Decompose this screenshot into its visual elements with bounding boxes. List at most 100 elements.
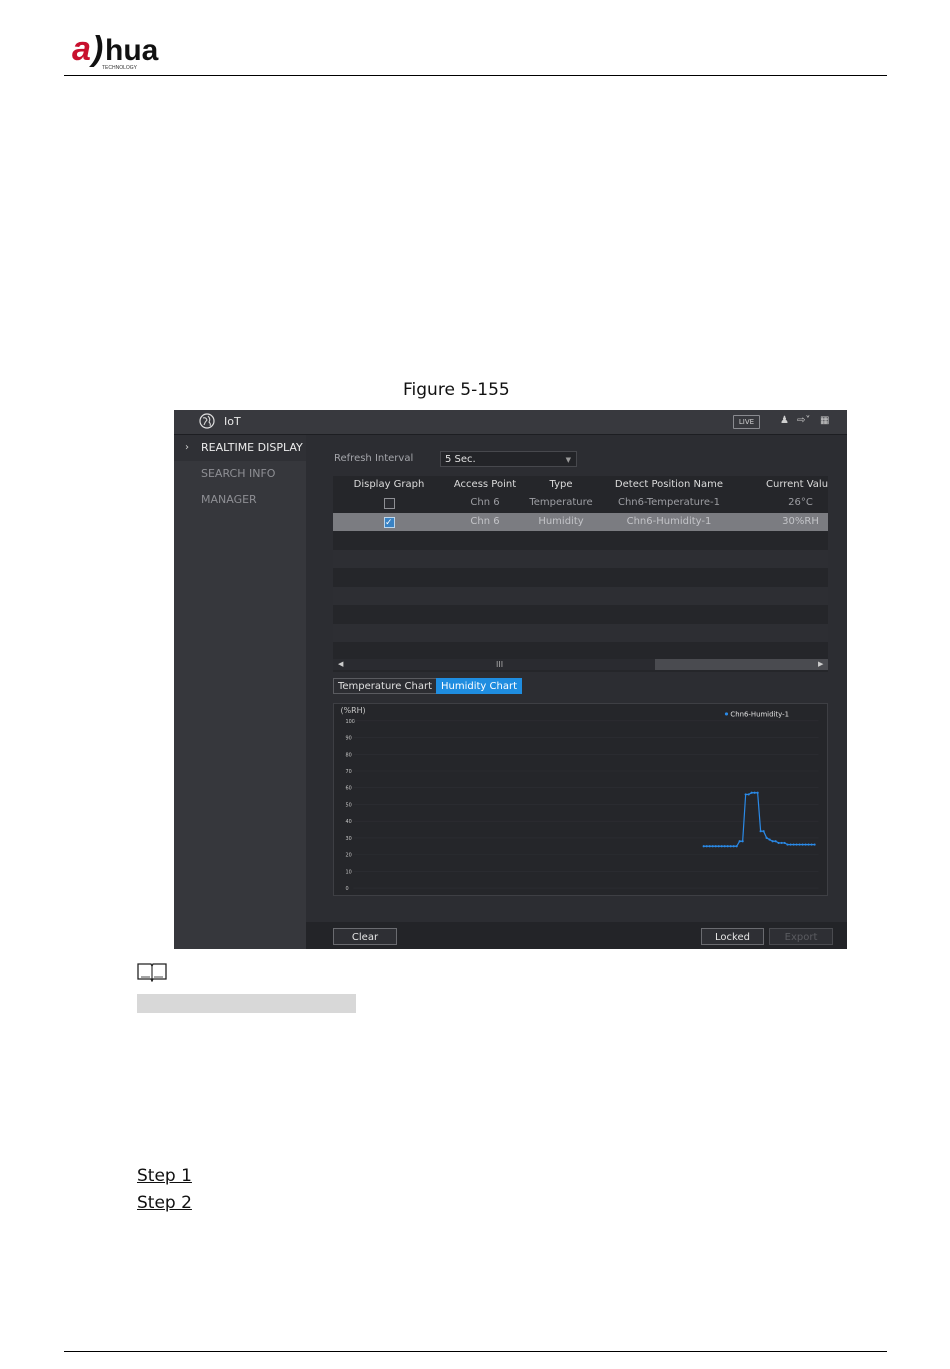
data-point <box>813 843 816 846</box>
table-row[interactable]: Chn 6 Temperature Chn6-Temperature-1 26°… <box>333 494 828 512</box>
tab-humidity-chart[interactable]: Humidity Chart <box>436 678 523 694</box>
data-point <box>762 830 765 833</box>
locked-button[interactable]: Locked <box>701 928 764 945</box>
data-point <box>720 845 723 848</box>
svg-text:TECHNOLOGY: TECHNOLOGY <box>102 65 138 71</box>
clear-button[interactable]: Clear <box>333 928 397 945</box>
data-point <box>804 843 807 846</box>
data-point <box>777 841 780 845</box>
display-graph-checkbox[interactable] <box>384 498 395 509</box>
sidebar-item-label: SEARCH INFO <box>201 467 276 480</box>
refresh-interval-label: Refresh Interval <box>334 453 414 464</box>
y-tick-label: 20 <box>345 853 351 859</box>
empty-row <box>333 624 828 642</box>
y-tick-label: 40 <box>345 819 351 825</box>
scroll-right-icon[interactable]: ▶ <box>818 659 823 670</box>
y-tick-label: 30 <box>345 836 351 842</box>
table-row[interactable]: Chn 6 Humidity Chn6-Humidity-1 30%RH <box>333 513 828 532</box>
svg-text:): ) <box>89 30 103 68</box>
y-tick-label: 70 <box>345 769 351 775</box>
y-tick-label: 10 <box>345 869 351 875</box>
data-point <box>768 838 771 841</box>
data-point <box>771 840 774 843</box>
user-icon[interactable]: ♟ <box>780 415 789 429</box>
series-line <box>703 792 815 847</box>
cell-access-point: Chn 6 <box>470 497 500 508</box>
data-point <box>750 791 753 794</box>
cell-access-point: Chn 6 <box>470 516 500 527</box>
data-point <box>789 843 792 846</box>
sidebar-item-label: MANAGER <box>201 493 257 506</box>
data-point <box>741 840 744 843</box>
export-button[interactable]: Export <box>769 928 833 945</box>
book-icon <box>137 963 167 982</box>
chevron-right-icon: › <box>185 442 189 453</box>
col-detect-position-name: Detect Position Name <box>614 479 724 490</box>
data-point <box>708 845 711 848</box>
scroll-left-icon[interactable]: ◀ <box>338 659 343 670</box>
data-point <box>735 845 738 848</box>
grid-icon[interactable]: ▦ <box>820 415 829 429</box>
live-button[interactable]: LIVE <box>733 415 760 429</box>
figure-caption: Figure 5-155 <box>403 380 510 400</box>
note-highlight <box>137 994 356 1013</box>
data-point <box>774 840 777 843</box>
tab-temperature-chart[interactable]: Temperature Chart <box>333 678 438 694</box>
y-tick-label: 80 <box>345 752 351 758</box>
svg-text:a: a <box>72 30 91 68</box>
data-point <box>714 845 717 848</box>
data-point <box>723 845 726 848</box>
legend-marker <box>724 712 729 716</box>
col-type: Type <box>549 479 573 490</box>
data-point <box>744 793 747 796</box>
y-tick-label: 90 <box>345 736 351 742</box>
empty-row <box>333 550 828 568</box>
data-point <box>795 843 798 846</box>
data-point <box>738 840 741 843</box>
sidebar-item-manager[interactable]: MANAGER <box>174 487 306 513</box>
logout-icon[interactable]: ⇨˅ <box>797 415 810 429</box>
data-point <box>747 793 750 796</box>
sidebar-item-search-info[interactable]: SEARCH INFO <box>174 461 306 487</box>
display-graph-checkbox[interactable] <box>384 514 395 532</box>
step-2-link[interactable]: Step 2 <box>137 1193 192 1213</box>
data-point <box>705 845 708 848</box>
data-point <box>711 845 714 848</box>
cell-type: Humidity <box>538 516 584 527</box>
refresh-interval-select[interactable]: 5 Sec. ▼ <box>440 451 577 467</box>
col-access-point: Access Point <box>453 479 517 490</box>
empty-row <box>333 587 828 605</box>
header-rule <box>64 75 887 76</box>
data-point <box>810 843 813 846</box>
legend-label: Chn6-Humidity-1 <box>730 710 789 718</box>
data-point <box>729 845 732 848</box>
horizontal-scrollbar[interactable]: ◀ III ▶ <box>333 659 828 670</box>
iot-screenshot: IoT LIVE ♟ ⇨˅ ▦ › REALTIME DISPLAY SEARC… <box>174 410 847 949</box>
cell-value: 30%RH <box>782 516 819 527</box>
cell-value: 26°C <box>788 497 813 508</box>
data-point <box>753 791 756 794</box>
globe-icon <box>199 413 215 429</box>
data-point <box>717 845 720 848</box>
sidebar-item-label: REALTIME DISPLAY <box>201 441 303 454</box>
data-point <box>759 830 762 833</box>
scrollbar-thumb[interactable] <box>333 659 655 670</box>
data-point <box>783 841 786 845</box>
y-tick-label: 60 <box>345 786 351 792</box>
cell-position: Chn6-Humidity-1 <box>626 516 712 527</box>
data-point <box>798 843 801 846</box>
data-point <box>732 845 735 848</box>
sidebar-item-realtime-display[interactable]: › REALTIME DISPLAY <box>174 435 306 461</box>
step-1-link[interactable]: Step 1 <box>137 1166 192 1186</box>
y-tick-label: 100 <box>345 719 354 725</box>
cell-type: Temperature <box>529 497 593 508</box>
y-tick-label: 50 <box>345 802 351 808</box>
y-axis-label: (%RH) <box>341 706 366 715</box>
data-point <box>726 845 729 848</box>
sidebar: › REALTIME DISPLAY SEARCH INFO MANAGER <box>174 435 306 949</box>
data-point <box>807 843 810 846</box>
svg-text:hua: hua <box>105 34 159 67</box>
data-point <box>801 843 804 846</box>
data-point <box>780 841 783 845</box>
humidity-chart: (%RH)1009080706050403020100Chn6-Humidity… <box>333 703 828 896</box>
